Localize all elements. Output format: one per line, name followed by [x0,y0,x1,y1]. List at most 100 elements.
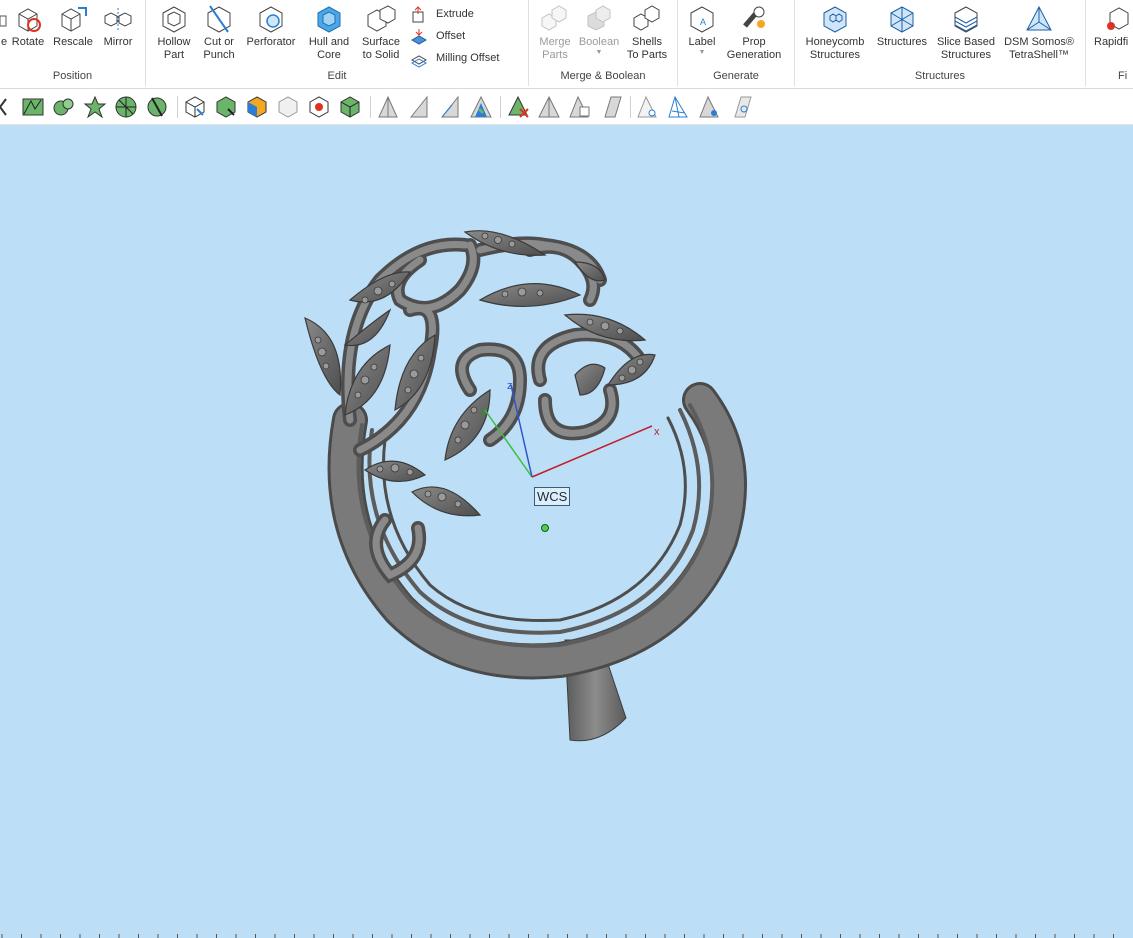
group-label-structures: Structures [914,70,966,82]
honeycomb-structures-button[interactable]: Honeycomb Structures [800,4,870,62]
hull-core-button[interactable]: Hull and Core [304,4,354,62]
surface-to-solid-button[interactable]: Surface to Solid [358,4,404,62]
select-all-parts-tool-icon[interactable] [214,95,238,119]
shells-to-parts-button[interactable]: Shells To Parts [624,4,670,62]
leaf [574,363,606,396]
svg-text:A: A [700,17,706,27]
rotate-icon [18,8,41,32]
group-label-merge-boolean: Merge & Boolean [560,70,646,82]
show-triangles-tool-icon[interactable] [698,95,722,119]
select-plane-tool-icon[interactable] [114,95,138,119]
tetrashell-label-1: DSM Somos® [1004,36,1074,48]
tetrashell-label-2: TetraShell™ [1009,49,1069,61]
leaf [478,283,582,308]
shell-triangles-tool-icon[interactable] [537,95,561,119]
show-parts-tool-icon[interactable] [338,95,362,119]
rescale-button[interactable]: Rescale [52,4,94,49]
hide-parts-tool-icon[interactable] [307,95,331,119]
label-dropdown-arrow[interactable]: ▼ [683,49,721,57]
shells-to-parts-label-1: Shells [632,36,662,48]
select-triangle-tool-icon[interactable] [21,95,45,119]
mirror-icon [104,8,132,31]
transparent-view-tool-icon[interactable] [729,95,753,119]
rotate-button[interactable]: Rotate [8,4,48,49]
rescale-label: Rescale [53,36,93,48]
label-icon: A [690,6,714,33]
rotate-label: Rotate [11,36,45,48]
merge-parts-icon [541,5,567,31]
toolbar-separator [630,96,631,118]
shells-to-parts-label-2: To Parts [626,49,668,61]
extrude-icon [412,6,424,23]
flip-triangles-tool-icon[interactable] [407,95,431,119]
ring-model-canvas[interactable]: x y z [0,125,1133,938]
slice-based-structures-button[interactable]: Slice Based Structures [934,4,998,62]
cut-punch-icon [207,5,231,33]
offset-icon [410,29,428,45]
toolbar-separator [500,96,501,118]
triangle-fan-tool-icon[interactable] [438,95,462,119]
ring-band [327,382,747,680]
fill-hole-tool-icon[interactable] [599,95,623,119]
wireframe-view-tool-icon[interactable] [667,95,691,119]
prop-generation-label-1: Prop [742,36,766,48]
structures-icon [890,6,914,33]
extend-selection-tool-icon[interactable] [469,95,493,119]
extrude-button[interactable]: Extrude [410,4,520,24]
leaf [573,261,606,282]
tetrashell-button[interactable]: DSM Somos® TetraShell™ [1000,4,1078,62]
3d-viewport[interactable]: x y z [0,125,1133,938]
truncated-button[interactable]: e [0,4,8,49]
partial-tool-icon[interactable] [0,95,16,119]
select-brush-tool-icon[interactable] [145,95,169,119]
leaf [410,486,482,517]
boolean-button[interactable]: Boolean ▼ [576,4,622,57]
merge-parts-button[interactable]: Merge Parts [534,4,576,62]
honeycomb-label-2: Structures [809,49,861,61]
deselect-parts-tool-icon[interactable] [276,95,300,119]
surface-to-solid-label-2: to Solid [362,49,400,61]
boolean-label: Boolean [578,36,620,48]
hollow-part-label-1: Hollow [157,36,191,48]
hollow-part-label-2: Part [163,49,185,61]
prop-generation-label-2: Generation [726,49,782,61]
hollow-part-button[interactable]: Hollow Part [152,4,196,62]
hull-core-label-2: Core [317,49,341,61]
invert-selection-tool-icon[interactable] [245,95,269,119]
cut-punch-button[interactable]: Cut or Punch [199,4,239,62]
copy-triangles-tool-icon[interactable] [568,95,592,119]
toolbar-separator [177,96,178,118]
hull-core-label-1: Hull and [308,36,350,48]
merge-parts-label-1: Merge [539,36,571,48]
select-triangles-tool-icon[interactable] [376,95,400,119]
rapidfit-button[interactable]: Rapidfi [1094,4,1133,49]
prop-generation-button[interactable]: Prop Generation [723,4,785,62]
mirror-button[interactable]: Mirror [99,4,137,49]
milling-offset-button[interactable]: Milling Offset [410,48,520,68]
label-label: Label [688,36,716,48]
offset-button[interactable]: Offset [410,26,520,46]
z-axis-label: z [507,380,513,392]
cut-punch-label-1: Cut or [204,36,234,48]
extrude-label: Extrude [436,8,474,20]
rescale-icon [61,7,87,32]
shells-to-parts-icon [633,5,660,31]
prop-generation-icon [743,6,765,28]
group-separator [1085,0,1086,86]
structures-button[interactable]: Structures [872,4,932,49]
select-surface-tool-icon[interactable] [52,95,76,119]
x-axis-label: x [654,426,660,438]
perforator-button[interactable]: Perforator [243,4,299,49]
boolean-dropdown-arrow[interactable]: ▼ [576,49,622,57]
select-part-tool-icon[interactable] [183,95,207,119]
mirror-label: Mirror [103,36,133,48]
label-button[interactable]: A Label ▼ [683,4,721,57]
slice-based-icon [954,6,978,33]
group-label-position: Position [52,70,93,82]
select-shell-tool-icon[interactable] [83,95,107,119]
group-label-generate: Generate [713,70,759,82]
delete-triangles-tool-icon[interactable] [506,95,530,119]
hide-triangles-tool-icon[interactable] [636,95,660,119]
milling-offset-label: Milling Offset [436,52,500,64]
rapidfit-label: Rapidfi [1094,36,1129,48]
